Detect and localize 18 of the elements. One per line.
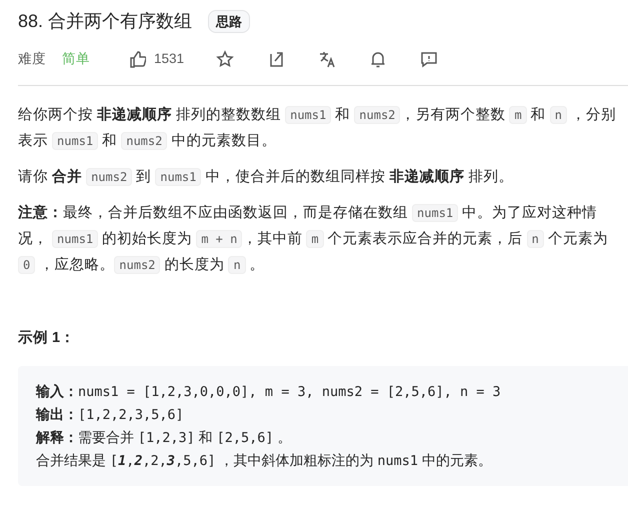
description-paragraph: 注意：最终，合并后数组不应由函数返回，而是存储在数组 nums1 中。为了应对这种情况， nums1 的初始长度为 m + n ，其中前 m 个元素表示应合并的元素，后 n 个元素为 0 ，应忽略。 nums2 的长度为 n 。 xyxy=(18,203,609,276)
tag-badge[interactable]: 思路 xyxy=(208,10,250,34)
bell-icon[interactable] xyxy=(369,50,388,68)
feedback-icon[interactable] xyxy=(420,50,438,68)
description-paragraph: 给你两个按 非递减顺序 排列的整数数组 nums1 和 nums2 ，另有两个整数 m 和 n ，分别表示 nums1 和 nums2 中的元素数目。 xyxy=(18,105,617,152)
translate-icon[interactable] xyxy=(318,50,336,68)
like-count: 1531 xyxy=(154,50,184,68)
example-line: 输出：[1,2,2,3,5,6] xyxy=(36,405,185,425)
star-icon[interactable] xyxy=(216,50,234,68)
description-paragraph: 请你 合并 nums2 到 nums1 中，使合并后的数组同样按 非递减顺序 排列。 xyxy=(18,167,514,188)
example-heading: 示例 1： xyxy=(18,329,76,348)
difficulty-value: 简单 xyxy=(62,50,90,68)
example-line: 合并结果是 [1,2,2,3,5,6] ，其中斜体加粗标注的为 nums1 中的元素。 xyxy=(36,451,493,471)
example-line: 解释：需要合并 [1,2,3] 和 [2,5,6] 。 xyxy=(36,428,292,448)
difficulty-label: 难度 xyxy=(18,50,46,68)
thumbs-up-icon[interactable] xyxy=(128,50,146,68)
problem-title: 88. 合并两个有序数组 xyxy=(18,10,192,33)
example-line: 输入：nums1 = [1,2,3,0,0,0], m = 3, nums2 = [2,5,6], n = 3 xyxy=(36,382,502,402)
